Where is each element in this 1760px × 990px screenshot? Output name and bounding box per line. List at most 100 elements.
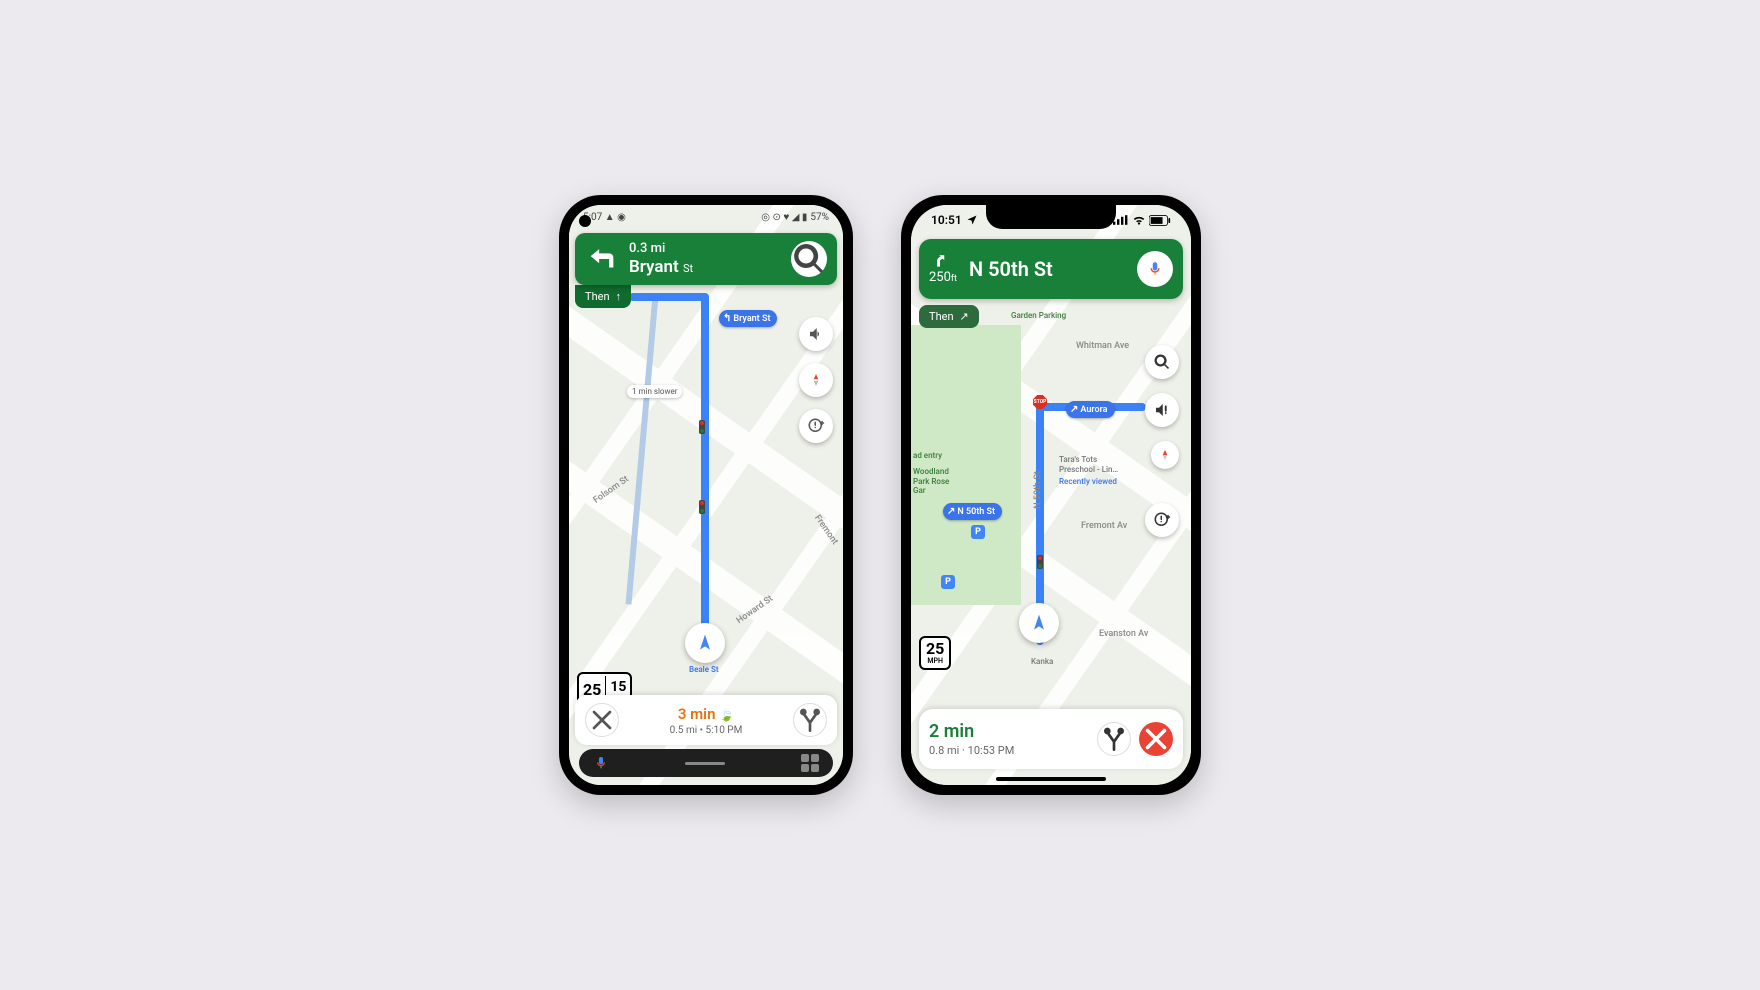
status-indicators: [1113, 207, 1171, 233]
search-icon: [1153, 353, 1171, 371]
iphone-screen: STOP P P ↗Aurora ↗N 50th St Whitman Ave …: [911, 205, 1191, 785]
android-screen: ↰Bryant St 1 min slower Folsom St Howard…: [569, 205, 843, 785]
search-button[interactable]: [791, 241, 827, 277]
alt-route-pill[interactable]: 1 min slower: [627, 385, 682, 398]
turn-left-icon: [585, 242, 619, 276]
eta-duration: 2 min: [929, 721, 1089, 742]
search-icon: [791, 241, 827, 277]
then-label: Then: [929, 310, 954, 323]
close-icon: [1139, 722, 1173, 756]
camera-punchhole: [579, 215, 591, 227]
compass-icon: [1156, 446, 1174, 464]
then-card[interactable]: Then ↑: [575, 285, 631, 308]
alt-route-icon: [1098, 723, 1130, 755]
report-icon: [807, 417, 825, 435]
alt-route-line: [626, 295, 659, 604]
audio-button[interactable]: [799, 317, 833, 351]
mic-button[interactable]: [1137, 251, 1173, 287]
eta-info: 2 min 0.8 mi · 10:53 PM: [929, 721, 1089, 757]
speed-limit-box: 25 MPH: [919, 636, 951, 670]
search-button[interactable]: [1145, 345, 1179, 379]
then-card[interactable]: Then ↗: [919, 305, 979, 328]
poi-woodland: Woodland Park Rose Gar: [913, 467, 949, 496]
status-time-group: 10:51: [931, 207, 978, 233]
android-nav-pill[interactable]: [579, 749, 833, 777]
eta-duration: 3 min: [678, 705, 716, 723]
route-street-pill-2[interactable]: ↗N 50th St: [943, 503, 1002, 520]
route-street-pill[interactable]: ↰Bryant St: [719, 310, 777, 327]
iphone-notch: [986, 205, 1116, 229]
report-button[interactable]: [1145, 503, 1179, 537]
current-location-cursor[interactable]: [685, 623, 725, 663]
home-handle[interactable]: [685, 762, 725, 765]
traffic-light-icon: [1037, 555, 1043, 569]
route-street-pill[interactable]: ↗Aurora: [1066, 401, 1115, 418]
battery-icon: [1149, 215, 1171, 226]
location-arrow-icon: [966, 214, 978, 226]
close-route-button[interactable]: [585, 703, 619, 737]
then-straight-icon: ↑: [616, 290, 622, 303]
compass-icon: [807, 371, 825, 389]
street-label-fremont: Fremont: [812, 513, 840, 546]
close-route-button[interactable]: [1139, 722, 1173, 756]
audio-alert-button[interactable]: [1145, 393, 1179, 427]
assistant-mic-icon[interactable]: [593, 755, 609, 771]
nav-arrow-icon: [1029, 613, 1049, 633]
eco-leaf-icon: 🍃: [719, 708, 734, 722]
eta-info: 3 min 🍃 0.5 mi • 5:10 PM: [627, 705, 785, 736]
iphone-home-indicator[interactable]: [996, 777, 1106, 781]
alt-route-icon: [794, 704, 826, 736]
then-bear-right-icon: ↗: [960, 310, 969, 323]
direction-distance: 0.3 mi: [629, 241, 781, 257]
close-icon: [586, 704, 618, 736]
eta-subtitle: 0.5 mi • 5:10 PM: [627, 725, 785, 736]
route-line: [701, 295, 709, 645]
traffic-light-icon: [699, 420, 705, 434]
compass-button[interactable]: [1151, 441, 1179, 469]
alternate-routes-button[interactable]: [1097, 722, 1131, 756]
turn-icon-group: 250ft: [929, 251, 959, 285]
parking-icon: P: [971, 525, 985, 539]
iphone-frame: STOP P P ↗Aurora ↗N 50th St Whitman Ave …: [901, 195, 1201, 795]
status-indicators: ◎ ⊙ ♥ ◢ ▮ 57%: [761, 212, 829, 223]
nav-arrow-icon: [695, 633, 715, 653]
alternate-routes-button[interactable]: [793, 703, 827, 737]
speaker-alert-icon: [1153, 401, 1171, 419]
street-label-fremont: Fremont Av: [1081, 521, 1127, 531]
route-pill-label: Bryant St: [733, 314, 770, 324]
street-label-folsom: Folsom St: [592, 474, 631, 505]
direction-card[interactable]: 0.3 mi Bryant St: [575, 233, 837, 285]
current-speed-value: 15: [610, 679, 626, 695]
compass-button[interactable]: [799, 363, 833, 397]
direction-street: Bryant St: [629, 257, 781, 277]
android-phone-frame: ↰Bryant St 1 min slower Folsom St Howard…: [559, 195, 853, 795]
park-area: [911, 325, 1021, 605]
current-street-label: Beale St: [689, 665, 719, 674]
report-button[interactable]: [799, 409, 833, 443]
direction-street: N 50th St: [969, 257, 1127, 281]
microphone-icon: [1146, 260, 1164, 278]
street-label-n50: N 50th St: [1033, 471, 1043, 509]
traffic-light-icon: [699, 500, 705, 514]
direction-card[interactable]: 250ft N 50th St: [919, 239, 1183, 299]
direction-distance: 250: [929, 270, 951, 285]
current-location-cursor[interactable]: [1019, 603, 1059, 643]
status-time: 10:51: [931, 213, 962, 227]
route-pill-label: Aurora: [1080, 405, 1107, 415]
eta-card[interactable]: 3 min 🍃 0.5 mi • 5:10 PM: [575, 695, 837, 745]
street-label-evanston: Evanston Av: [1099, 629, 1148, 639]
speed-limit-value: 25: [926, 641, 944, 657]
speaker-icon: [807, 325, 825, 343]
poi-recent: Recently viewed: [1059, 477, 1117, 487]
bear-right-icon: [929, 251, 951, 268]
apps-grid-icon[interactable]: [801, 754, 819, 772]
eta-card[interactable]: 2 min 0.8 mi · 10:53 PM: [919, 709, 1183, 769]
route-turn: [629, 293, 709, 301]
direction-distance-unit: ft: [951, 274, 957, 284]
route-pill-label: N 50th St: [957, 507, 995, 517]
eta-subtitle: 0.8 mi · 10:53 PM: [929, 744, 1089, 757]
report-icon: [1153, 511, 1171, 529]
speed-unit: MPH: [927, 657, 943, 665]
wifi-icon: [1132, 213, 1146, 227]
street-label-howard: Howard St: [735, 594, 775, 626]
